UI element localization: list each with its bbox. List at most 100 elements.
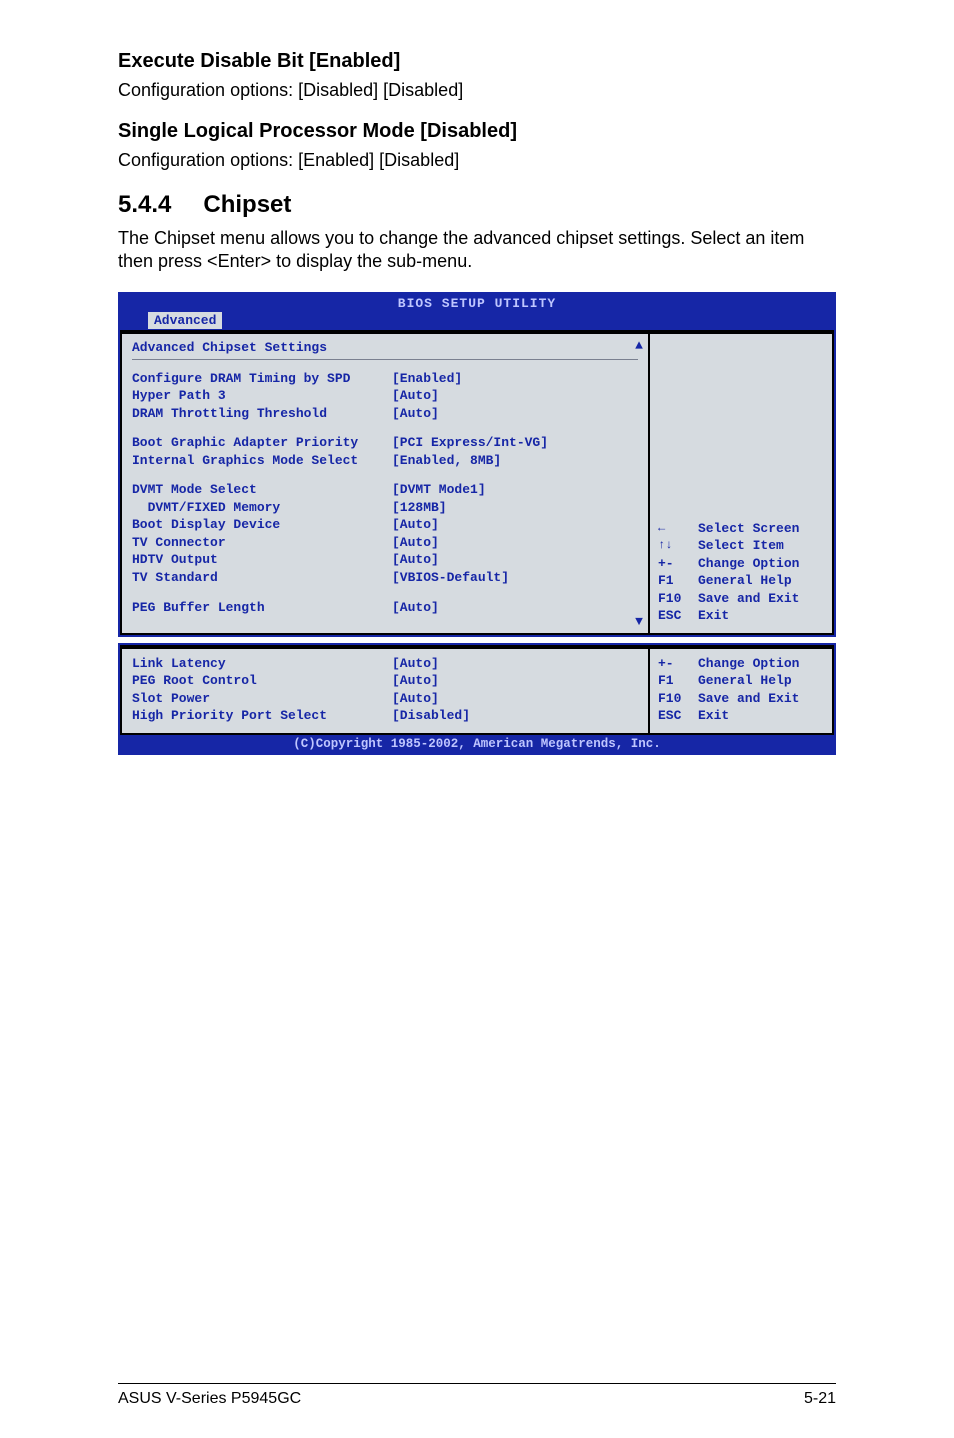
setting-value: [PCI Express/Int-VG] xyxy=(392,434,638,452)
heading-execute-disable: Execute Disable Bit [Enabled] xyxy=(118,50,836,73)
help-text: Exit xyxy=(698,707,826,725)
bios-screenshot-2: Link Latency[Auto] PEG Root Control[Auto… xyxy=(118,643,836,755)
divider xyxy=(132,359,638,360)
setting-value: [Enabled] xyxy=(392,370,638,388)
help-line: F10Save and Exit xyxy=(658,690,826,708)
help-text: Select Item xyxy=(698,537,826,555)
bios-tab-row: Advanced xyxy=(120,311,834,330)
help-text: General Help xyxy=(698,672,826,690)
help-text: Save and Exit xyxy=(698,690,826,708)
setting-row: DRAM Throttling Threshold[Auto] xyxy=(132,405,638,423)
setting-row: Internal Graphics Mode Select[Enabled, 8… xyxy=(132,452,638,470)
scroll-down-icon: ▼ xyxy=(635,614,643,629)
setting-value: [Auto] xyxy=(392,690,638,708)
section-title: Chipset xyxy=(203,191,291,218)
help-line: ↑↓Select Item xyxy=(658,537,826,555)
setting-value: [VBIOS-Default] xyxy=(392,569,638,587)
bios-help-panel-2: +-Change Option F1General Help F10Save a… xyxy=(650,647,834,735)
setting-label: Boot Graphic Adapter Priority xyxy=(132,434,392,452)
page-footer: ASUS V-Series P5945GC 5-21 xyxy=(118,1383,836,1408)
setting-value: [Auto] xyxy=(392,655,638,673)
setting-value: [128MB] xyxy=(392,499,638,517)
setting-label: Slot Power xyxy=(132,690,392,708)
help-line: ESCExit xyxy=(658,607,826,625)
help-key: F1 xyxy=(658,672,698,690)
help-key: ↑↓ xyxy=(658,537,698,555)
help-line: ESCExit xyxy=(658,707,826,725)
body-execute-disable: Configuration options: [Disabled] [Disab… xyxy=(118,79,836,102)
setting-label: Boot Display Device xyxy=(132,516,392,534)
bios-copyright: (C)Copyright 1985-2002, American Megatre… xyxy=(120,735,834,753)
setting-label: DVMT Mode Select xyxy=(132,481,392,499)
panel-title: Advanced Chipset Settings xyxy=(132,340,638,355)
setting-label: Configure DRAM Timing by SPD xyxy=(132,370,392,388)
setting-label: High Priority Port Select xyxy=(132,707,392,725)
section-number: 5.4.4 xyxy=(118,191,171,219)
help-key: ESC xyxy=(658,607,698,625)
setting-value: [Auto] xyxy=(392,672,638,690)
bios-help-panel: ←Select Screen ↑↓Select Item +-Change Op… xyxy=(650,332,834,635)
setting-row: TV Standard[VBIOS-Default] xyxy=(132,569,638,587)
help-line: +-Change Option xyxy=(658,655,826,673)
setting-value: [Auto] xyxy=(392,534,638,552)
help-line: +-Change Option xyxy=(658,555,826,573)
setting-value: [Auto] xyxy=(392,599,638,617)
setting-label: DVMT/FIXED Memory xyxy=(132,499,392,517)
setting-label: PEG Buffer Length xyxy=(132,599,392,617)
setting-row: PEG Buffer Length[Auto] xyxy=(132,599,638,617)
help-key: +- xyxy=(658,655,698,673)
setting-row: Boot Display Device[Auto] xyxy=(132,516,638,534)
setting-label: Hyper Path 3 xyxy=(132,387,392,405)
help-text: Exit xyxy=(698,607,826,625)
setting-row: HDTV Output[Auto] xyxy=(132,551,638,569)
setting-value: [Auto] xyxy=(392,405,638,423)
help-key: F10 xyxy=(658,690,698,708)
setting-label: Internal Graphics Mode Select xyxy=(132,452,392,470)
setting-row: Link Latency[Auto] xyxy=(132,655,638,673)
help-text: Select Screen xyxy=(698,520,826,538)
scroll-up-icon: ▲ xyxy=(635,338,643,353)
help-key: +- xyxy=(658,555,698,573)
setting-label: TV Connector xyxy=(132,534,392,552)
setting-value: [DVMT Mode1] xyxy=(392,481,638,499)
help-line: ←Select Screen xyxy=(658,520,826,538)
setting-label: Link Latency xyxy=(132,655,392,673)
setting-row: High Priority Port Select[Disabled] xyxy=(132,707,638,725)
help-text: Change Option xyxy=(698,655,826,673)
setting-label: HDTV Output xyxy=(132,551,392,569)
help-key: F10 xyxy=(658,590,698,608)
help-text: General Help xyxy=(698,572,826,590)
help-line: F1General Help xyxy=(658,672,826,690)
setting-row: TV Connector[Auto] xyxy=(132,534,638,552)
setting-value: [Auto] xyxy=(392,387,638,405)
bios-title: BIOS SETUP UTILITY xyxy=(120,294,834,311)
help-key: ← xyxy=(658,520,698,538)
bios-settings-panel-2: Link Latency[Auto] PEG Root Control[Auto… xyxy=(120,647,650,735)
setting-row: Configure DRAM Timing by SPD[Enabled] xyxy=(132,370,638,388)
help-key: F1 xyxy=(658,572,698,590)
setting-row: Hyper Path 3[Auto] xyxy=(132,387,638,405)
help-text: Save and Exit xyxy=(698,590,826,608)
help-line: F10Save and Exit xyxy=(658,590,826,608)
setting-value: [Auto] xyxy=(392,551,638,569)
bios-screenshot-1: BIOS SETUP UTILITY Advanced Advanced Chi… xyxy=(118,292,836,637)
setting-label: DRAM Throttling Threshold xyxy=(132,405,392,423)
section-heading-chipset: 5.4.4 Chipset xyxy=(118,191,836,219)
setting-value: [Enabled, 8MB] xyxy=(392,452,638,470)
setting-row: DVMT/FIXED Memory[128MB] xyxy=(132,499,638,517)
setting-label: TV Standard xyxy=(132,569,392,587)
setting-value: [Auto] xyxy=(392,516,638,534)
setting-row: Slot Power[Auto] xyxy=(132,690,638,708)
setting-row: Boot Graphic Adapter Priority[PCI Expres… xyxy=(132,434,638,452)
bios-tab-advanced: Advanced xyxy=(148,312,222,329)
help-line: F1General Help xyxy=(658,572,826,590)
footer-left: ASUS V-Series P5945GC xyxy=(118,1390,301,1408)
footer-right: 5-21 xyxy=(804,1390,836,1408)
section-body: The Chipset menu allows you to change th… xyxy=(118,227,836,274)
help-key: ESC xyxy=(658,707,698,725)
bios-settings-panel: Advanced Chipset Settings Configure DRAM… xyxy=(120,332,650,635)
setting-row: DVMT Mode Select[DVMT Mode1] xyxy=(132,481,638,499)
setting-label: PEG Root Control xyxy=(132,672,392,690)
help-text: Change Option xyxy=(698,555,826,573)
setting-value: [Disabled] xyxy=(392,707,638,725)
